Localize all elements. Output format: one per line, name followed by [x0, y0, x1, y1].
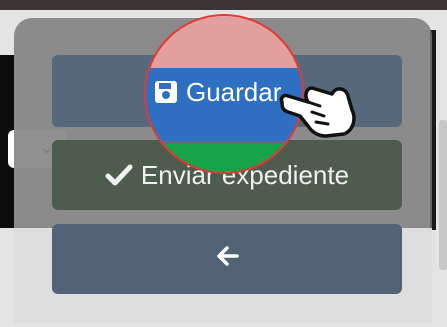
scrollbar[interactable] — [439, 120, 447, 270]
hand-pointer-icon — [279, 86, 356, 138]
highlight-send-band — [146, 144, 302, 172]
highlight-top-band — [146, 16, 302, 68]
arrow-left-icon — [213, 242, 241, 277]
back-button[interactable] — [52, 224, 402, 294]
checkmark-icon — [105, 163, 133, 187]
floppy-disk-icon — [154, 80, 178, 104]
save-button-label: Guardar — [186, 76, 282, 107]
background-top-strip — [0, 0, 447, 10]
save-button-label-group[interactable]: Guardar — [154, 72, 281, 112]
